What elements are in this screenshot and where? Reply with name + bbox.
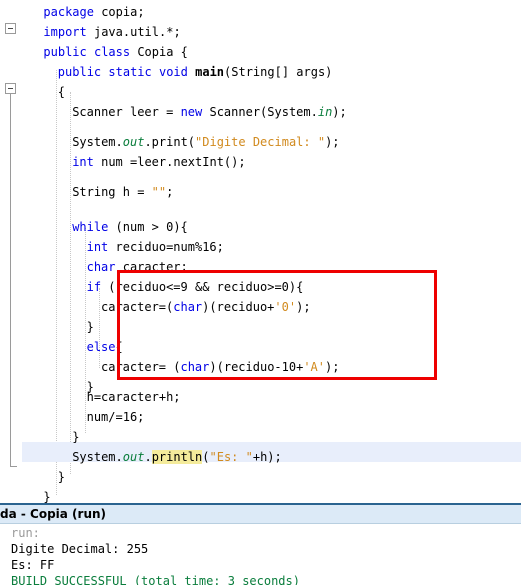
code-token: (String[] args) [224,65,333,79]
code-line[interactable]: import java.util.*; [43,22,180,42]
code-token: System. [72,450,123,464]
code-line[interactable]: } [58,467,65,487]
code-token: String h = [72,185,152,199]
code-token: char [180,360,210,374]
code-token: else [86,340,116,354]
code-line[interactable]: caracter=(char)(reciduo+'0'); [101,297,311,317]
code-token: Scanner(System. [202,105,318,119]
code-token: .print( [144,135,196,149]
code-token: { [115,340,123,354]
code-token: public [43,45,87,59]
code-token: java.util.*; [86,25,181,39]
code-token: } [43,490,51,503]
code-line[interactable]: System.out.println("Es: "+h); [72,447,282,467]
code-token: Scanner leer = [72,105,181,119]
code-token: System. [72,135,123,149]
output-tab-header[interactable]: da - Copia (run) [0,505,521,524]
code-token: { [57,85,66,99]
code-token: (num > 0){ [108,220,188,234]
code-token: class [93,45,131,59]
code-line[interactable]: num/=16; [87,407,145,427]
code-token: in [317,105,333,119]
code-token: num/=16; [86,410,145,424]
code-token: "Es: " [209,450,253,464]
code-token: . [144,450,152,464]
code-token: println [151,450,203,464]
code-line[interactable]: } [87,317,94,337]
code-token: if [86,280,102,294]
code-token: ); [296,300,311,314]
code-token: (reciduo<=9 && reciduo>=0){ [101,280,304,294]
code-token: +h); [252,450,282,464]
code-line[interactable]: Scanner leer = new Scanner(System.in); [72,102,347,122]
code-token: ( [202,450,210,464]
output-line: Es: FF [11,558,55,572]
code-token: char [173,300,203,314]
code-token: )(reciduo+ [202,300,275,314]
code-token: ); [332,105,347,119]
code-token: Copia { [130,45,188,59]
code-token: )(reciduo-10+ [209,360,304,374]
code-token: } [86,320,94,334]
code-token: while [72,220,109,234]
code-token: } [57,470,66,484]
code-token: new [180,105,203,119]
code-token: caracter; [115,260,188,274]
code-token: out [122,450,145,464]
code-token: void [158,65,188,79]
output-window: da - Copia (run) run: Digite Decimal: 255… [0,503,521,585]
code-token: ); [325,135,340,149]
code-token: ; [166,185,174,199]
code-token: out [122,135,145,149]
code-line[interactable]: caracter= (char)(reciduo-10+'A'); [101,357,339,377]
code-token: static [108,65,152,79]
code-token: caracter=( [101,300,174,314]
code-line[interactable]: char caracter; [87,257,188,277]
code-line[interactable]: package copia; [43,2,144,22]
code-token: "Digite Decimal: " [195,135,326,149]
code-token: char [86,260,116,274]
code-line[interactable]: } [72,427,79,447]
code-line[interactable]: System.out.print("Digite Decimal: "); [72,132,339,152]
code-editor[interactable]: package copia; import java.util.*; public … [0,0,521,503]
netbeans-ide-window: package copia; import java.util.*; public … [0,0,521,585]
code-line[interactable]: int reciduo=num%16; [87,237,224,257]
code-line[interactable]: if (reciduo<=9 && reciduo>=0){ [87,277,304,297]
code-token: 'A' [303,360,325,374]
code-line[interactable]: int num =leer.nextInt(); [72,152,245,172]
output-line: run: [11,526,40,540]
code-token: "" [151,185,167,199]
output-line: Digite Decimal: 255 [11,542,149,556]
code-line[interactable]: public static void main(String[] args) [58,62,333,82]
code-text-area[interactable]: package copia; import java.util.*; public … [0,0,521,503]
output-tab-label: da - Copia (run) [0,507,107,521]
code-line[interactable]: while (num > 0){ [72,217,188,237]
code-token: main [195,65,225,79]
code-line[interactable]: { [58,82,65,102]
code-token: } [72,430,80,444]
code-line[interactable]: } [43,487,50,503]
code-token: public [57,65,102,79]
code-token: package [43,5,94,19]
output-console-text[interactable]: run: Digite Decimal: 255 Es: FF BUILD SUCCE… [0,525,521,585]
code-line[interactable]: h=caracter+h; [87,387,181,407]
code-line[interactable]: String h = ""; [72,182,173,202]
code-token: int [72,155,94,169]
code-token: ); [325,360,340,374]
output-line: BUILD SUCCESSFUL (total time: 3 seconds) [11,574,300,585]
code-token: int [86,240,109,254]
code-token: import [43,25,87,39]
code-token: '0' [274,300,297,314]
code-line[interactable]: else{ [87,337,123,357]
code-line[interactable]: public class Copia { [43,42,188,62]
code-token: reciduo=num%16; [108,240,224,254]
code-token: caracter= ( [101,360,181,374]
code-token: copia; [93,5,145,19]
code-token: num =leer.nextInt(); [93,155,246,169]
code-token: h=caracter+h; [86,390,181,404]
